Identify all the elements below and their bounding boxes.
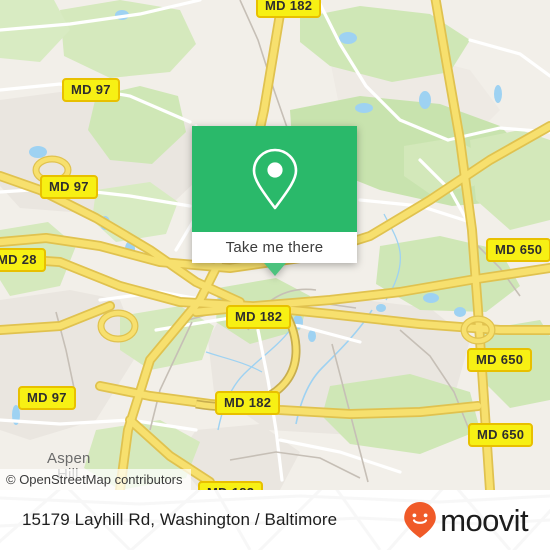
- road-shield-md-182-top[interactable]: MD 182: [256, 0, 322, 18]
- map-canvas[interactable]: MD 182 MD 97 MD 97 MD 28 MD 650 MD 182 M…: [0, 0, 550, 490]
- footer-bar: 15179 Layhill Rd, Washington / Baltimore…: [0, 490, 550, 550]
- moovit-pin-icon: [404, 502, 437, 538]
- place-label-aspen-hill: Aspen: [47, 450, 91, 467]
- road-shield-md-182-lower[interactable]: MD 182: [215, 391, 281, 415]
- take-me-there-label: Take me there: [225, 239, 324, 256]
- road-shield-md-28[interactable]: MD 28: [0, 248, 46, 272]
- osm-attribution[interactable]: © OpenStreetMap contributors: [0, 469, 191, 490]
- road-shield-md-650-lower[interactable]: MD 650: [468, 423, 534, 447]
- road-shield-md-182-bottom[interactable]: MD 182: [198, 481, 264, 490]
- moovit-wordmark: moovit: [440, 502, 528, 538]
- map-pin-icon: [252, 148, 297, 210]
- road-shield-md-97-upper[interactable]: MD 97: [62, 78, 120, 102]
- card-action-bar[interactable]: Take me there: [192, 232, 357, 263]
- card-pointer-tail: [263, 263, 286, 276]
- moovit-map-screenshot: MD 182 MD 97 MD 97 MD 28 MD 650 MD 182 M…: [0, 0, 550, 550]
- road-shield-md-97-mid[interactable]: MD 97: [40, 175, 98, 199]
- moovit-logo[interactable]: moovit: [403, 501, 529, 539]
- address-label: 15179 Layhill Rd, Washington / Baltimore: [22, 510, 338, 529]
- take-me-there-card[interactable]: Take me there: [192, 126, 357, 276]
- road-shield-md-650-mid[interactable]: MD 650: [467, 348, 533, 372]
- road-shield-md-182-mid[interactable]: MD 182: [226, 305, 292, 329]
- card-icon-area: [192, 126, 357, 232]
- road-shield-md-97-lower[interactable]: MD 97: [18, 386, 76, 410]
- road-shield-md-650-upper[interactable]: MD 650: [486, 238, 550, 262]
